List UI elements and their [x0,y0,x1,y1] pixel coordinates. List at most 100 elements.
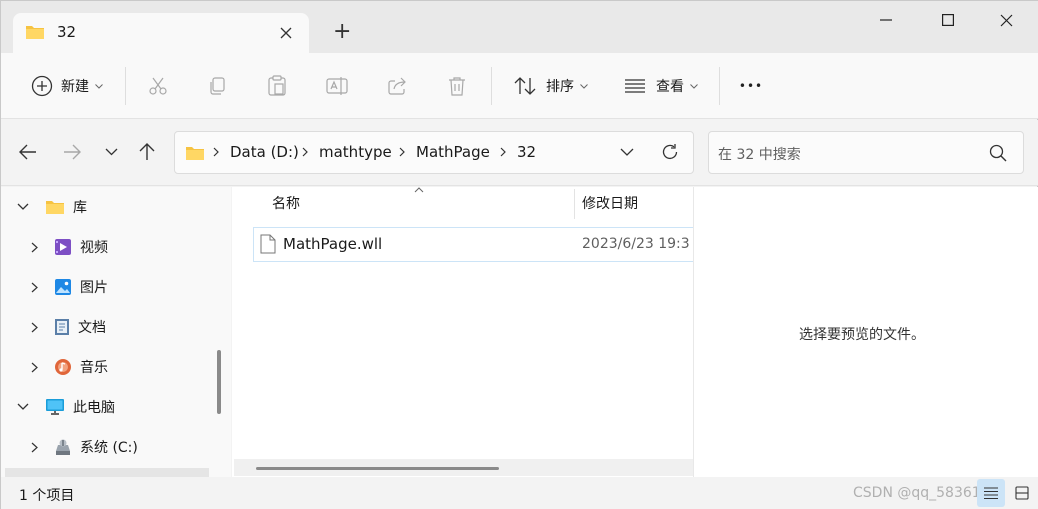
toolbar-separator [125,67,126,105]
paste-button[interactable] [260,69,294,103]
chevron-down-icon [690,83,698,89]
trash-icon [448,76,466,96]
rename-button[interactable] [320,69,354,103]
preview-message: 选择要预览的文件。 [799,327,925,343]
item-count: 1 个项目 [19,488,75,504]
chevron-right-icon [213,147,219,157]
nav-item-music[interactable]: 音乐 [1,347,211,387]
toolbar-separator [719,67,720,105]
horizontal-scrollbar-thumb[interactable] [256,467,499,470]
up-arrow-icon[interactable] [139,143,155,161]
close-window-button[interactable] [983,1,1029,39]
view-button[interactable]: 查看 [619,69,703,103]
copy-button[interactable] [200,69,234,103]
chevron-down-icon[interactable] [17,403,29,411]
music-icon [54,358,72,376]
nav-scrollbar-thumb[interactable] [217,350,221,414]
documents-icon [54,318,70,336]
share-icon [387,76,407,96]
plus-circle-icon [31,75,53,97]
delete-button[interactable] [440,69,474,103]
column-header-name[interactable]: 名称 [258,187,574,221]
rename-icon [326,76,348,96]
chevron-down-icon[interactable] [17,203,29,211]
tab-title: 32 [57,23,77,41]
navigation-pane: 库 视频 图片 文档 音乐 此电脑 系统 (C:) [1,187,231,477]
chevron-right-icon[interactable] [31,242,38,253]
chevron-right-icon [302,147,308,157]
search-icon[interactable] [989,144,1007,162]
view-list-icon [624,79,646,93]
sort-label: 排序 [546,79,574,95]
tiles-view-button[interactable] [1008,479,1036,507]
file-icon [260,234,276,254]
file-list: 名称 修改日期 MathPage.wll 2023/6/23 19:3 [232,187,693,477]
forward-arrow-icon[interactable] [63,144,81,160]
minimize-button[interactable] [863,1,909,39]
chevron-right-icon[interactable] [31,282,38,293]
breadcrumb-mathpage[interactable]: MathPage [416,132,490,173]
videos-icon [54,238,72,256]
breadcrumb-current[interactable]: 32 [517,132,536,173]
recent-locations-chevron-icon[interactable] [105,148,118,156]
chevron-down-icon [580,83,588,89]
address-history-chevron-icon[interactable] [620,148,634,156]
nav-item-library[interactable]: 库 [1,187,211,227]
see-more-button[interactable]: ••• [733,69,769,103]
new-button[interactable]: 新建 [23,69,111,103]
nav-item-pictures[interactable]: 图片 [1,267,211,307]
scissors-icon [148,76,168,96]
nav-item-videos[interactable]: 视频 [1,227,211,267]
toolbar-separator [491,67,492,105]
search-input[interactable]: 在 32 中搜索 [718,144,801,164]
nav-label: 视频 [80,240,108,256]
folder-icon [25,24,45,40]
nav-label: 系统 (C:) [80,440,138,456]
chevron-down-icon [95,83,103,89]
back-arrow-icon[interactable] [19,144,37,160]
details-view-icon [983,487,999,499]
nav-item-documents[interactable]: 文档 [1,307,211,347]
chevron-right-icon[interactable] [31,322,38,333]
new-tab-button[interactable]: + [333,21,351,43]
clipboard-icon [267,75,287,97]
title-bar: 32 + [1,1,1038,53]
tiles-view-icon [1015,486,1029,500]
nav-label: 库 [73,200,87,216]
horizontal-scrollbar[interactable] [234,459,693,476]
maximize-button[interactable] [925,1,971,39]
nav-item-partial[interactable] [5,468,209,477]
search-box[interactable]: 在 32 中搜索 [708,131,1024,174]
preview-pane: 选择要预览的文件。 [693,187,1038,477]
nav-item-system-drive[interactable]: 系统 (C:) [1,427,211,467]
nav-scrollbar[interactable] [210,187,231,477]
table-row[interactable]: MathPage.wll 2023/6/23 19:3 [253,227,693,262]
nav-label: 文档 [78,320,106,336]
sort-button[interactable]: 排序 [506,69,596,103]
share-button[interactable] [380,69,414,103]
address-row: Data (D:) mathtype MathPage 32 在 32 中搜索 [1,120,1038,186]
chevron-right-icon[interactable] [31,442,38,453]
chevron-right-icon [399,147,405,157]
status-bar: 1 个项目 CSDN @qq_5836179 [1,477,1038,509]
breadcrumb-mathtype[interactable]: mathtype [319,132,392,173]
address-bar[interactable]: Data (D:) mathtype MathPage 32 [174,131,694,174]
column-header-label: 修改日期 [582,196,638,212]
breadcrumb-drive[interactable]: Data (D:) [230,132,299,173]
chevron-right-icon[interactable] [31,362,38,373]
system-drive-icon [54,438,72,456]
file-modified: 2023/6/23 19:3 [582,236,690,252]
pictures-icon [54,278,72,296]
column-header-date[interactable]: 修改日期 [575,187,693,221]
details-view-button[interactable] [977,479,1005,507]
close-tab-icon[interactable] [279,26,293,40]
nav-label: 音乐 [80,360,108,376]
file-explorer-window: 32 + 新建 排序 查看 ••• Data (D:) mathtype Mat… [0,0,1038,509]
nav-item-this-pc[interactable]: 此电脑 [1,387,211,427]
cut-button[interactable] [141,69,175,103]
chevron-right-icon [500,147,506,157]
refresh-icon[interactable] [661,143,679,161]
tab-32[interactable]: 32 [13,13,309,53]
nav-label: 图片 [80,280,108,296]
command-bar: 新建 排序 查看 ••• [1,53,1038,119]
